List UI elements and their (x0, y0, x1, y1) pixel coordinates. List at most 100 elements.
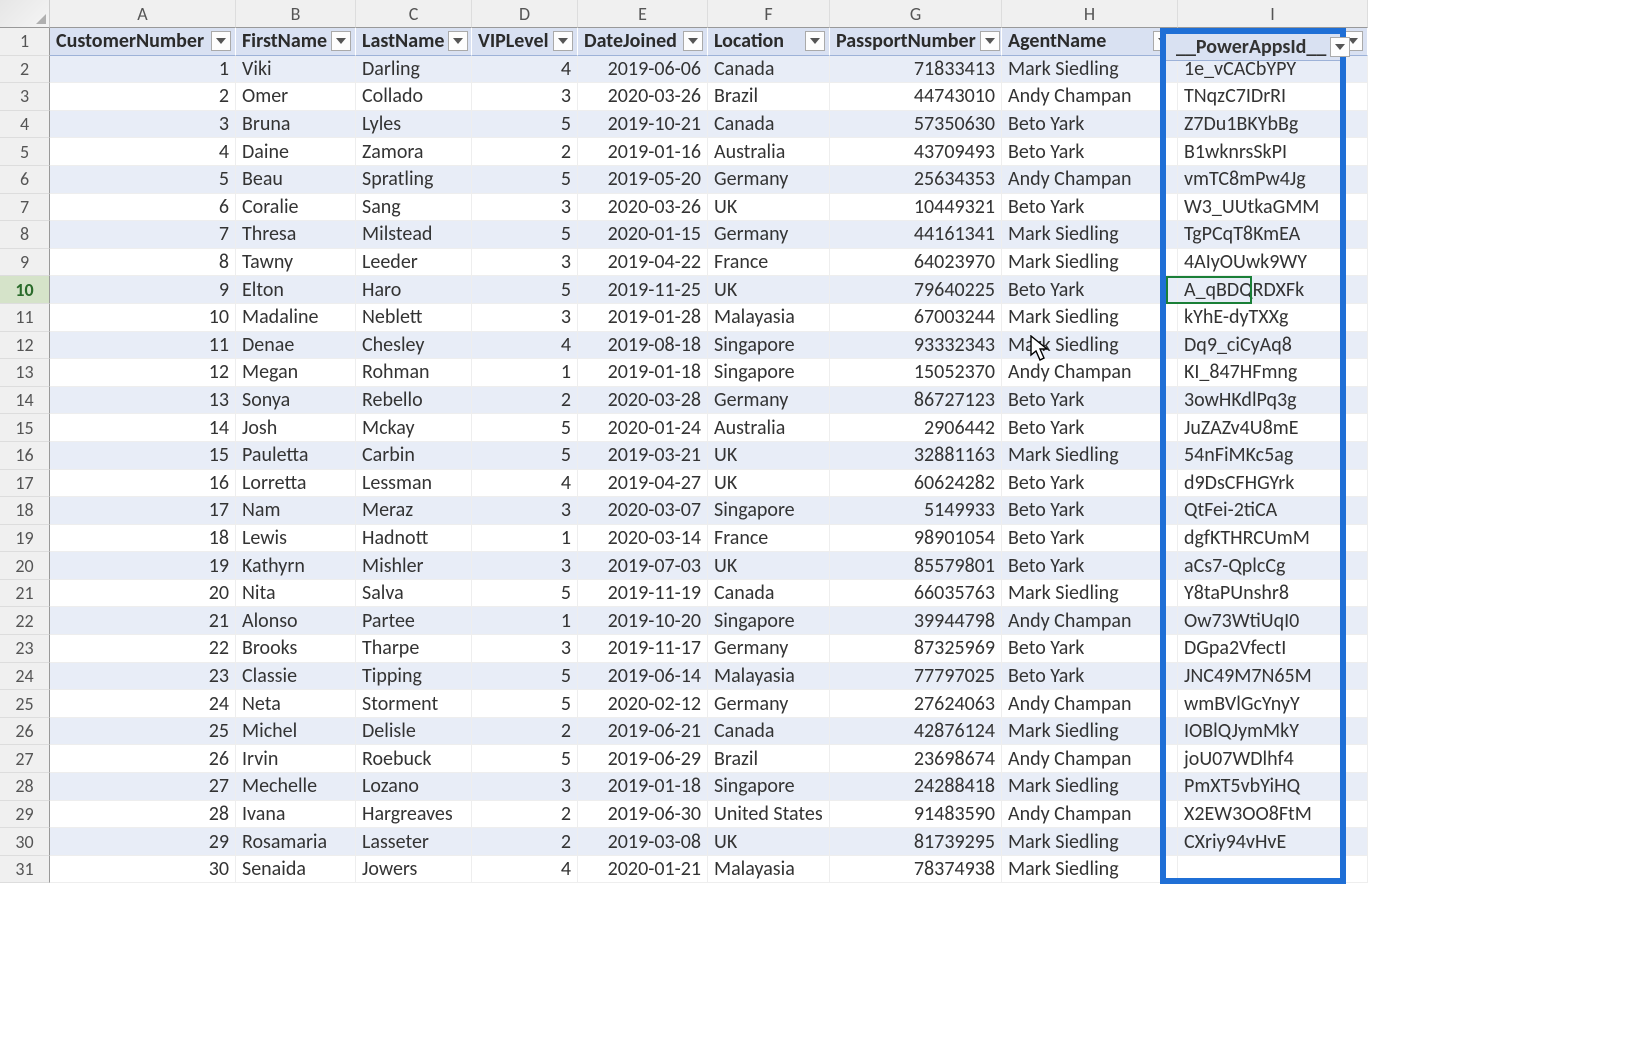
row-header-31[interactable]: 31 (0, 856, 50, 884)
cell-G27[interactable]: 23698674 (830, 745, 1002, 773)
cell-H8[interactable]: Mark Siedling (1002, 221, 1178, 249)
cell-C10[interactable]: Haro (356, 276, 472, 304)
cell-I14[interactable]: 3owHKdlPq3g (1178, 387, 1368, 415)
cell-C27[interactable]: Roebuck (356, 745, 472, 773)
cell-G26[interactable]: 42876124 (830, 718, 1002, 746)
cell-G14[interactable]: 86727123 (830, 387, 1002, 415)
cell-F7[interactable]: UK (708, 194, 830, 222)
cell-D23[interactable]: 3 (472, 635, 578, 663)
cell-F12[interactable]: Singapore (708, 332, 830, 360)
row-header-5[interactable]: 5 (0, 138, 50, 166)
cell-B6[interactable]: Beau (236, 166, 356, 194)
cell-H20[interactable]: Beto Yark (1002, 552, 1178, 580)
cell-E7[interactable]: 2020-03-26 (578, 194, 708, 222)
cell-A30[interactable]: 29 (50, 828, 236, 856)
cell-F19[interactable]: France (708, 525, 830, 553)
cell-D9[interactable]: 3 (472, 249, 578, 277)
cell-I10[interactable]: A_qBDQRDXFk (1178, 276, 1368, 304)
cell-C20[interactable]: Mishler (356, 552, 472, 580)
row-header-3[interactable]: 3 (0, 83, 50, 111)
cell-B14[interactable]: Sonya (236, 387, 356, 415)
cell-H9[interactable]: Mark Siedling (1002, 249, 1178, 277)
cell-A7[interactable]: 6 (50, 194, 236, 222)
cell-A9[interactable]: 8 (50, 249, 236, 277)
cell-B19[interactable]: Lewis (236, 525, 356, 553)
cell-F8[interactable]: Germany (708, 221, 830, 249)
cell-F18[interactable]: Singapore (708, 497, 830, 525)
cell-E14[interactable]: 2020-03-28 (578, 387, 708, 415)
cell-I17[interactable]: d9DsCFHGYrk (1178, 470, 1368, 498)
column-header-C[interactable]: C (356, 0, 472, 28)
table-header-AgentName[interactable]: AgentName (1002, 28, 1178, 56)
cell-E12[interactable]: 2019-08-18 (578, 332, 708, 360)
cell-B12[interactable]: Denae (236, 332, 356, 360)
cell-B10[interactable]: Elton (236, 276, 356, 304)
cell-I24[interactable]: JNC49M7N65M (1178, 663, 1368, 691)
row-header-28[interactable]: 28 (0, 773, 50, 801)
cell-B25[interactable]: Neta (236, 690, 356, 718)
cell-A25[interactable]: 24 (50, 690, 236, 718)
cell-B3[interactable]: Omer (236, 83, 356, 111)
row-header-13[interactable]: 13 (0, 359, 50, 387)
cell-A17[interactable]: 16 (50, 470, 236, 498)
cell-F2[interactable]: Canada (708, 56, 830, 84)
cell-B8[interactable]: Thresa (236, 221, 356, 249)
cell-D20[interactable]: 3 (472, 552, 578, 580)
select-all-corner[interactable] (0, 0, 50, 28)
cell-H31[interactable]: Mark Siedling (1002, 856, 1178, 884)
cell-F9[interactable]: France (708, 249, 830, 277)
cell-G15[interactable]: 2906442 (830, 414, 1002, 442)
cell-I22[interactable]: Ow73WtiUqI0 (1178, 607, 1368, 635)
cell-G7[interactable]: 10449321 (830, 194, 1002, 222)
cell-F29[interactable]: United States (708, 801, 830, 829)
cell-G25[interactable]: 27624063 (830, 690, 1002, 718)
column-header-H[interactable]: H (1002, 0, 1178, 28)
cell-H27[interactable]: Andy Champan (1002, 745, 1178, 773)
cell-A2[interactable]: 1 (50, 56, 236, 84)
cell-G20[interactable]: 85579801 (830, 552, 1002, 580)
cell-F10[interactable]: UK (708, 276, 830, 304)
cell-D30[interactable]: 2 (472, 828, 578, 856)
cell-A13[interactable]: 12 (50, 359, 236, 387)
cell-D17[interactable]: 4 (472, 470, 578, 498)
row-header-14[interactable]: 14 (0, 387, 50, 415)
cell-D12[interactable]: 4 (472, 332, 578, 360)
cell-I16[interactable]: 54nFiMKc5ag (1178, 442, 1368, 470)
cell-B24[interactable]: Classie (236, 663, 356, 691)
cell-I5[interactable]: B1wknrsSkPI (1178, 138, 1368, 166)
cell-G2[interactable]: 71833413 (830, 56, 1002, 84)
cell-C7[interactable]: Sang (356, 194, 472, 222)
cell-B28[interactable]: Mechelle (236, 773, 356, 801)
cell-B9[interactable]: Tawny (236, 249, 356, 277)
cell-C8[interactable]: Milstead (356, 221, 472, 249)
cell-E21[interactable]: 2019-11-19 (578, 580, 708, 608)
cell-A14[interactable]: 13 (50, 387, 236, 415)
cell-D29[interactable]: 2 (472, 801, 578, 829)
cell-H17[interactable]: Beto Yark (1002, 470, 1178, 498)
cell-A21[interactable]: 20 (50, 580, 236, 608)
cell-C25[interactable]: Storment (356, 690, 472, 718)
cell-F3[interactable]: Brazil (708, 83, 830, 111)
filter-dropdown-icon[interactable] (1330, 37, 1350, 57)
row-header-23[interactable]: 23 (0, 635, 50, 663)
cell-H2[interactable]: Mark Siedling (1002, 56, 1178, 84)
cell-F22[interactable]: Singapore (708, 607, 830, 635)
cell-F4[interactable]: Canada (708, 111, 830, 139)
cell-B22[interactable]: Alonso (236, 607, 356, 635)
cell-H19[interactable]: Beto Yark (1002, 525, 1178, 553)
spreadsheet-grid[interactable]: ABCDEFGHI1CustomerNumberFirstNameLastNam… (0, 0, 1628, 883)
cell-E31[interactable]: 2020-01-21 (578, 856, 708, 884)
cell-D7[interactable]: 3 (472, 194, 578, 222)
cell-F20[interactable]: UK (708, 552, 830, 580)
cell-E15[interactable]: 2020-01-24 (578, 414, 708, 442)
cell-H6[interactable]: Andy Champan (1002, 166, 1178, 194)
cell-E8[interactable]: 2020-01-15 (578, 221, 708, 249)
row-header-10[interactable]: 10 (0, 276, 50, 304)
cell-A6[interactable]: 5 (50, 166, 236, 194)
cell-H18[interactable]: Beto Yark (1002, 497, 1178, 525)
cell-H15[interactable]: Beto Yark (1002, 414, 1178, 442)
cell-G8[interactable]: 44161341 (830, 221, 1002, 249)
cell-D4[interactable]: 5 (472, 111, 578, 139)
cell-H22[interactable]: Andy Champan (1002, 607, 1178, 635)
cell-A27[interactable]: 26 (50, 745, 236, 773)
